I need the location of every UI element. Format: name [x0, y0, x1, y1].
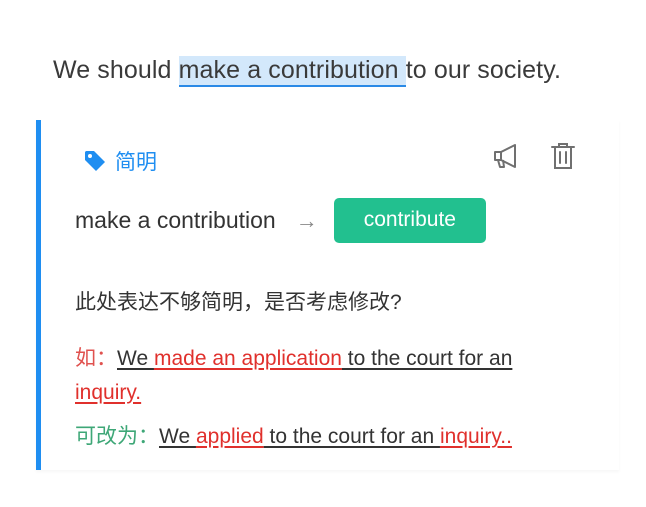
source-sentence: We should make a contribution to our soc…	[53, 56, 562, 87]
example-error: inquiry.	[75, 381, 142, 404]
corrected-sentence: 可改为：We applied to the court for an inqui…	[75, 420, 512, 450]
corrected-part: We	[159, 425, 196, 448]
corrected-fix: applied	[195, 425, 264, 448]
highlighted-phrase[interactable]: make a contribution	[178, 56, 406, 87]
category-tag: 简明	[83, 146, 157, 176]
corrected-part: to the court for an	[263, 425, 440, 448]
suggestion-question: 此处表达不够简明，是否考虑修改?	[75, 291, 402, 314]
example-error: made an application	[153, 347, 342, 370]
example-part: We	[117, 347, 154, 370]
suggestion-card: 简明 make a contribution → contribute 此处表达…	[36, 120, 619, 470]
sentence-after: to our society.	[405, 56, 562, 84]
category-label: 简明	[115, 151, 157, 174]
corrected-fix: inquiry..	[439, 425, 512, 448]
apply-suggestion-button[interactable]: contribute	[333, 198, 486, 243]
example-label: 如：	[75, 347, 117, 370]
example-sentence: 如：We made an application to the court fo…	[75, 342, 595, 410]
arrow-right-icon: →	[295, 207, 318, 233]
trash-icon[interactable]	[547, 140, 579, 172]
tag-icon	[85, 151, 105, 171]
original-phrase: make a contribution	[75, 207, 276, 233]
corrected-label: 可改为：	[75, 425, 159, 448]
replacement-row: make a contribution → contribute	[75, 198, 486, 243]
example-part: to the court for an	[341, 347, 513, 370]
card-actions	[491, 140, 579, 172]
megaphone-icon[interactable]	[491, 140, 523, 172]
sentence-before: We should	[53, 56, 179, 84]
